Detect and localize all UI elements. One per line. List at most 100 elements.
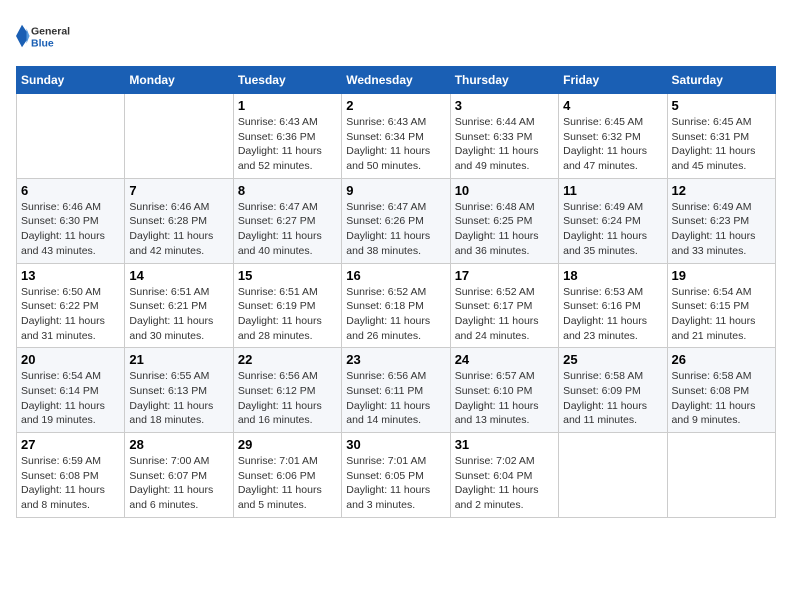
- day-number: 23: [346, 352, 445, 367]
- day-info: Sunrise: 6:56 AM Sunset: 6:12 PM Dayligh…: [238, 369, 337, 428]
- day-number: 24: [455, 352, 554, 367]
- day-number: 12: [672, 183, 771, 198]
- day-number: 31: [455, 437, 554, 452]
- day-number: 4: [563, 98, 662, 113]
- day-info: Sunrise: 7:01 AM Sunset: 6:06 PM Dayligh…: [238, 454, 337, 513]
- calendar-cell: 14 Sunrise: 6:51 AM Sunset: 6:21 PM Dayli…: [125, 263, 233, 348]
- calendar-cell: [559, 433, 667, 518]
- day-info: Sunrise: 6:47 AM Sunset: 6:26 PM Dayligh…: [346, 200, 445, 259]
- calendar-cell: 4 Sunrise: 6:45 AM Sunset: 6:32 PM Daylig…: [559, 94, 667, 179]
- day-number: 25: [563, 352, 662, 367]
- calendar-cell: 24 Sunrise: 6:57 AM Sunset: 6:10 PM Dayli…: [450, 348, 558, 433]
- day-number: 10: [455, 183, 554, 198]
- day-of-week-saturday: Saturday: [667, 67, 775, 94]
- calendar-cell: 2 Sunrise: 6:43 AM Sunset: 6:34 PM Daylig…: [342, 94, 450, 179]
- calendar-cell: 28 Sunrise: 7:00 AM Sunset: 6:07 PM Dayli…: [125, 433, 233, 518]
- day-number: 19: [672, 268, 771, 283]
- calendar-cell: 29 Sunrise: 7:01 AM Sunset: 6:06 PM Dayli…: [233, 433, 341, 518]
- day-of-week-monday: Monday: [125, 67, 233, 94]
- day-of-week-wednesday: Wednesday: [342, 67, 450, 94]
- day-number: 30: [346, 437, 445, 452]
- calendar-cell: 21 Sunrise: 6:55 AM Sunset: 6:13 PM Dayli…: [125, 348, 233, 433]
- calendar-cell: 26Sunrise: 6:58 AM Sunset: 6:08 PM Dayli…: [667, 348, 775, 433]
- day-info: Sunrise: 6:49 AM Sunset: 6:23 PM Dayligh…: [672, 200, 771, 259]
- day-number: 15: [238, 268, 337, 283]
- calendar-cell: 15 Sunrise: 6:51 AM Sunset: 6:19 PM Dayli…: [233, 263, 341, 348]
- calendar-cell: 5Sunrise: 6:45 AM Sunset: 6:31 PM Daylig…: [667, 94, 775, 179]
- day-info: Sunrise: 6:57 AM Sunset: 6:10 PM Dayligh…: [455, 369, 554, 428]
- day-info: Sunrise: 6:49 AM Sunset: 6:24 PM Dayligh…: [563, 200, 662, 259]
- calendar-cell: 30 Sunrise: 7:01 AM Sunset: 6:05 PM Dayli…: [342, 433, 450, 518]
- day-number: 3: [455, 98, 554, 113]
- calendar-cell: 19 Sunrise: 6:54 AM Sunset: 6:15 PM Dayli…: [667, 263, 775, 348]
- day-info: Sunrise: 6:52 AM Sunset: 6:17 PM Dayligh…: [455, 285, 554, 344]
- calendar-cell: 20 Sunrise: 6:54 AM Sunset: 6:14 PM Dayli…: [17, 348, 125, 433]
- day-info: Sunrise: 6:56 AM Sunset: 6:11 PM Dayligh…: [346, 369, 445, 428]
- calendar-cell: [17, 94, 125, 179]
- day-info: Sunrise: 6:46 AM Sunset: 6:28 PM Dayligh…: [129, 200, 228, 259]
- svg-text:Blue: Blue: [31, 38, 54, 50]
- calendar-cell: 17 Sunrise: 6:52 AM Sunset: 6:17 PM Dayli…: [450, 263, 558, 348]
- day-number: 16: [346, 268, 445, 283]
- day-number: 17: [455, 268, 554, 283]
- day-info: Sunrise: 6:43 AM Sunset: 6:36 PM Dayligh…: [238, 115, 337, 174]
- day-info: Sunrise: 6:51 AM Sunset: 6:19 PM Dayligh…: [238, 285, 337, 344]
- day-number: 22: [238, 352, 337, 367]
- day-info: Sunrise: 6:52 AM Sunset: 6:18 PM Dayligh…: [346, 285, 445, 344]
- day-of-week-friday: Friday: [559, 67, 667, 94]
- calendar-cell: 10 Sunrise: 6:48 AM Sunset: 6:25 PM Dayli…: [450, 178, 558, 263]
- calendar-cell: 23 Sunrise: 6:56 AM Sunset: 6:11 PM Dayli…: [342, 348, 450, 433]
- day-of-week-tuesday: Tuesday: [233, 67, 341, 94]
- calendar-cell: 8 Sunrise: 6:47 AM Sunset: 6:27 PM Daylig…: [233, 178, 341, 263]
- calendar-cell: 18 Sunrise: 6:53 AM Sunset: 6:16 PM Dayli…: [559, 263, 667, 348]
- day-number: 26: [672, 352, 771, 367]
- day-info: Sunrise: 6:43 AM Sunset: 6:34 PM Dayligh…: [346, 115, 445, 174]
- day-info: Sunrise: 6:48 AM Sunset: 6:25 PM Dayligh…: [455, 200, 554, 259]
- day-info: Sunrise: 6:51 AM Sunset: 6:21 PM Dayligh…: [129, 285, 228, 344]
- day-info: Sunrise: 6:44 AM Sunset: 6:33 PM Dayligh…: [455, 115, 554, 174]
- day-info: Sunrise: 6:55 AM Sunset: 6:13 PM Dayligh…: [129, 369, 228, 428]
- day-info: Sunrise: 6:58 AM Sunset: 6:09 PM Dayligh…: [563, 369, 662, 428]
- day-of-week-sunday: Sunday: [17, 67, 125, 94]
- day-info: Sunrise: 7:01 AM Sunset: 6:05 PM Dayligh…: [346, 454, 445, 513]
- day-info: Sunrise: 6:54 AM Sunset: 6:15 PM Dayligh…: [672, 285, 771, 344]
- day-number: 2: [346, 98, 445, 113]
- calendar-cell: 16 Sunrise: 6:52 AM Sunset: 6:18 PM Dayli…: [342, 263, 450, 348]
- calendar-cell: 9Sunrise: 6:47 AM Sunset: 6:26 PM Daylig…: [342, 178, 450, 263]
- calendar-cell: 6 Sunrise: 6:46 AM Sunset: 6:30 PM Daylig…: [17, 178, 125, 263]
- calendar-cell: 3 Sunrise: 6:44 AM Sunset: 6:33 PM Daylig…: [450, 94, 558, 179]
- logo-svg: General Blue: [16, 16, 76, 56]
- day-number: 11: [563, 183, 662, 198]
- calendar-cell: 22 Sunrise: 6:56 AM Sunset: 6:12 PM Dayli…: [233, 348, 341, 433]
- calendar-cell: 1 Sunrise: 6:43 AM Sunset: 6:36 PM Daylig…: [233, 94, 341, 179]
- calendar-cell: 12 Sunrise: 6:49 AM Sunset: 6:23 PM Dayli…: [667, 178, 775, 263]
- logo: General Blue: [16, 16, 76, 56]
- day-number: 29: [238, 437, 337, 452]
- calendar-cell: 27 Sunrise: 6:59 AM Sunset: 6:08 PM Dayli…: [17, 433, 125, 518]
- day-info: Sunrise: 6:46 AM Sunset: 6:30 PM Dayligh…: [21, 200, 120, 259]
- day-number: 13: [21, 268, 120, 283]
- day-info: Sunrise: 6:59 AM Sunset: 6:08 PM Dayligh…: [21, 454, 120, 513]
- calendar-table: SundayMondayTuesdayWednesdayThursdayFrid…: [16, 66, 776, 518]
- day-info: Sunrise: 7:00 AM Sunset: 6:07 PM Dayligh…: [129, 454, 228, 513]
- day-number: 18: [563, 268, 662, 283]
- day-info: Sunrise: 6:53 AM Sunset: 6:16 PM Dayligh…: [563, 285, 662, 344]
- page-header: General Blue: [16, 16, 776, 56]
- calendar-cell: 25 Sunrise: 6:58 AM Sunset: 6:09 PM Dayli…: [559, 348, 667, 433]
- calendar-cell: 7Sunrise: 6:46 AM Sunset: 6:28 PM Daylig…: [125, 178, 233, 263]
- day-number: 21: [129, 352, 228, 367]
- calendar-cell: 11 Sunrise: 6:49 AM Sunset: 6:24 PM Dayli…: [559, 178, 667, 263]
- day-number: 20: [21, 352, 120, 367]
- day-number: 8: [238, 183, 337, 198]
- day-number: 1: [238, 98, 337, 113]
- day-info: Sunrise: 6:54 AM Sunset: 6:14 PM Dayligh…: [21, 369, 120, 428]
- day-info: Sunrise: 6:47 AM Sunset: 6:27 PM Dayligh…: [238, 200, 337, 259]
- day-number: 27: [21, 437, 120, 452]
- day-info: Sunrise: 7:02 AM Sunset: 6:04 PM Dayligh…: [455, 454, 554, 513]
- day-info: Sunrise: 6:45 AM Sunset: 6:32 PM Dayligh…: [563, 115, 662, 174]
- day-number: 5: [672, 98, 771, 113]
- day-number: 28: [129, 437, 228, 452]
- day-number: 6: [21, 183, 120, 198]
- day-number: 14: [129, 268, 228, 283]
- calendar-cell: [667, 433, 775, 518]
